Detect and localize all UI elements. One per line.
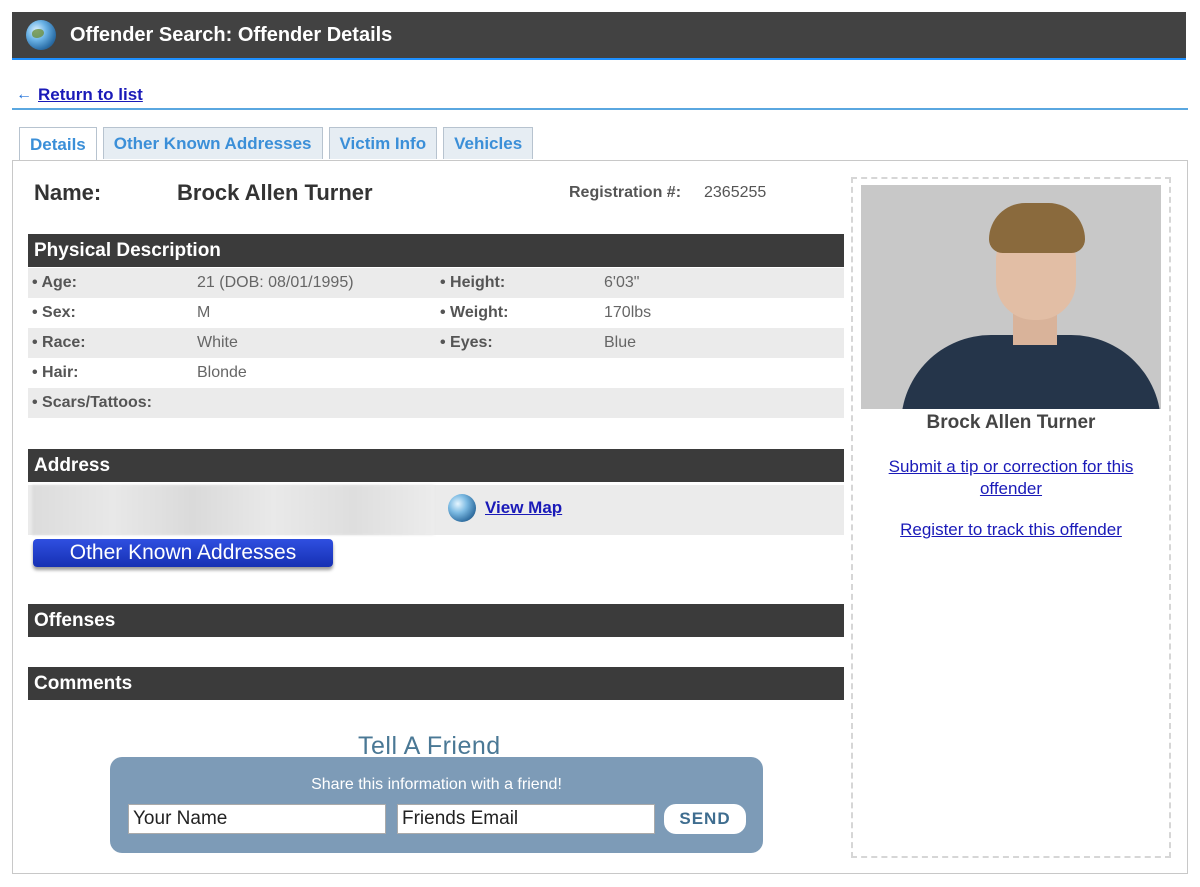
tab-bar: Details Other Known Addresses Victim Inf… (19, 127, 534, 161)
desc-row-scars: • Scars/Tattoos: (28, 388, 844, 418)
height-label: • Height: (440, 274, 506, 291)
hair-value: Blonde (197, 364, 247, 381)
other-known-addresses-button[interactable]: Other Known Addresses (33, 539, 333, 567)
eyes-value: Blue (604, 334, 637, 351)
tab-victim-info[interactable]: Victim Info (328, 127, 438, 159)
view-map-link[interactable]: View Map (485, 498, 562, 518)
your-name-input[interactable] (128, 804, 386, 834)
address-row: View Map (28, 485, 844, 535)
share-prompt: Share this information with a friend! (311, 776, 562, 793)
eyes-label: • Eyes: (440, 334, 493, 351)
return-nav: ← Return to list (16, 84, 143, 106)
tab-vehicles[interactable]: Vehicles (443, 127, 534, 159)
offender-name: Brock Allen Turner (177, 180, 373, 205)
height-value: 6'03" (604, 274, 640, 291)
age-value: 21 (DOB: 08/01/1995) (197, 274, 354, 291)
tab-details[interactable]: Details (19, 127, 97, 161)
redacted-address (32, 485, 434, 535)
offender-photo (861, 185, 1161, 409)
sex-value: M (197, 304, 211, 321)
desc-row-race: • Race: White • Eyes: Blue (28, 328, 844, 358)
globe-icon (26, 20, 56, 50)
page-header: Offender Search: Offender Details (12, 12, 1186, 60)
register-track-link[interactable]: Register to track this offender (861, 519, 1161, 541)
weight-label: • Weight: (440, 304, 509, 321)
tell-a-friend-box: Share this information with a friend! SE… (110, 757, 763, 853)
sex-label: • Sex: (32, 304, 76, 321)
registration-label: Registration #: (569, 184, 682, 201)
tab-other-known-addresses[interactable]: Other Known Addresses (102, 127, 323, 159)
race-label: • Race: (32, 334, 86, 351)
map-globe-icon[interactable] (448, 494, 476, 522)
desc-row-hair: • Hair: Blonde (28, 358, 844, 388)
address-header: Address (28, 449, 844, 482)
photo-hair (989, 203, 1085, 253)
photo-caption-name: Brock Allen Turner (926, 412, 1096, 433)
desc-row-age: • Age: 21 (DOB: 08/01/1995) • Height: 6'… (28, 268, 844, 298)
age-label: • Age: (32, 274, 78, 291)
photo-shirt (901, 335, 1161, 409)
registration-number: 2365255 (704, 184, 767, 201)
name-label: Name: (34, 180, 102, 205)
scars-tattoos-label: • Scars/Tattoos: (32, 394, 152, 411)
desc-row-sex: • Sex: M • Weight: 170lbs (28, 298, 844, 328)
physical-description-header: Physical Description (28, 234, 844, 267)
name-row: Name: Brock Allen Turner Registration #:… (34, 180, 814, 208)
comments-header: Comments (28, 667, 844, 700)
hair-label: • Hair: (32, 364, 79, 381)
race-value: White (197, 334, 238, 351)
arrow-left-icon: ← (16, 86, 32, 103)
page-title: Offender Search: Offender Details (70, 23, 393, 46)
send-button[interactable]: SEND (664, 804, 746, 834)
divider (12, 108, 1188, 110)
weight-value: 170lbs (604, 304, 652, 321)
submit-tip-link[interactable]: Submit a tip or correction for this offe… (861, 456, 1161, 500)
friends-email-input[interactable] (397, 804, 655, 834)
return-to-list-link[interactable]: Return to list (38, 85, 143, 105)
offenses-header: Offenses (28, 604, 844, 637)
